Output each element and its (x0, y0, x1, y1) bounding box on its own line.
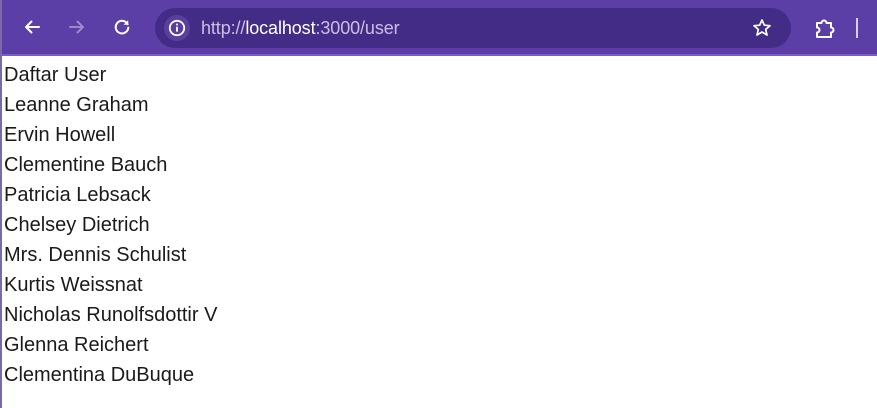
user-list-item: Glenna Reichert (4, 334, 149, 356)
arrow-left-icon (25, 20, 40, 34)
info-icon (168, 19, 186, 37)
address-bar[interactable]: http://localhost:3000/user (155, 8, 791, 48)
arrow-right-icon (69, 20, 84, 34)
user-list-item: Chelsey Dietrich (4, 214, 150, 236)
url-scheme: http:// (201, 18, 246, 38)
back-button[interactable] (15, 10, 49, 44)
user-list-item: Leanne Graham (4, 94, 149, 116)
star-icon (753, 19, 771, 36)
reload-icon (114, 19, 130, 35)
site-info-button[interactable] (164, 15, 190, 41)
user-list-item: Mrs. Dennis Schulist (4, 244, 187, 266)
browser-toolbar: http://localhost:3000/user (2, 0, 877, 56)
browser-window: http://localhost:3000/user Daftar User L… (0, 0, 877, 408)
puzzle-icon (816, 19, 835, 38)
user-list-item: Nicholas Runolfsdottir V (4, 304, 218, 326)
page-content: Daftar User Leanne Graham Ervin Howell C… (4, 60, 864, 390)
bookmark-button[interactable] (750, 16, 774, 40)
toolbar-divider (856, 18, 858, 38)
page-heading: Daftar User (4, 64, 107, 86)
url-text[interactable]: http://localhost:3000/user (201, 18, 400, 38)
url-host: localhost (245, 18, 316, 38)
user-list: Leanne Graham Ervin Howell Clementine Ba… (4, 90, 864, 390)
reload-button[interactable] (105, 10, 139, 44)
forward-button[interactable] (60, 10, 94, 44)
user-list-item: Kurtis Weissnat (4, 274, 143, 296)
extensions-button[interactable] (811, 14, 839, 42)
url-path: :3000/user (315, 18, 400, 38)
user-list-item: Ervin Howell (4, 124, 116, 146)
user-list-item: Clementina DuBuque (4, 364, 195, 386)
user-list-item: Patricia Lebsack (4, 184, 151, 206)
user-list-item: Clementine Bauch (4, 154, 168, 176)
